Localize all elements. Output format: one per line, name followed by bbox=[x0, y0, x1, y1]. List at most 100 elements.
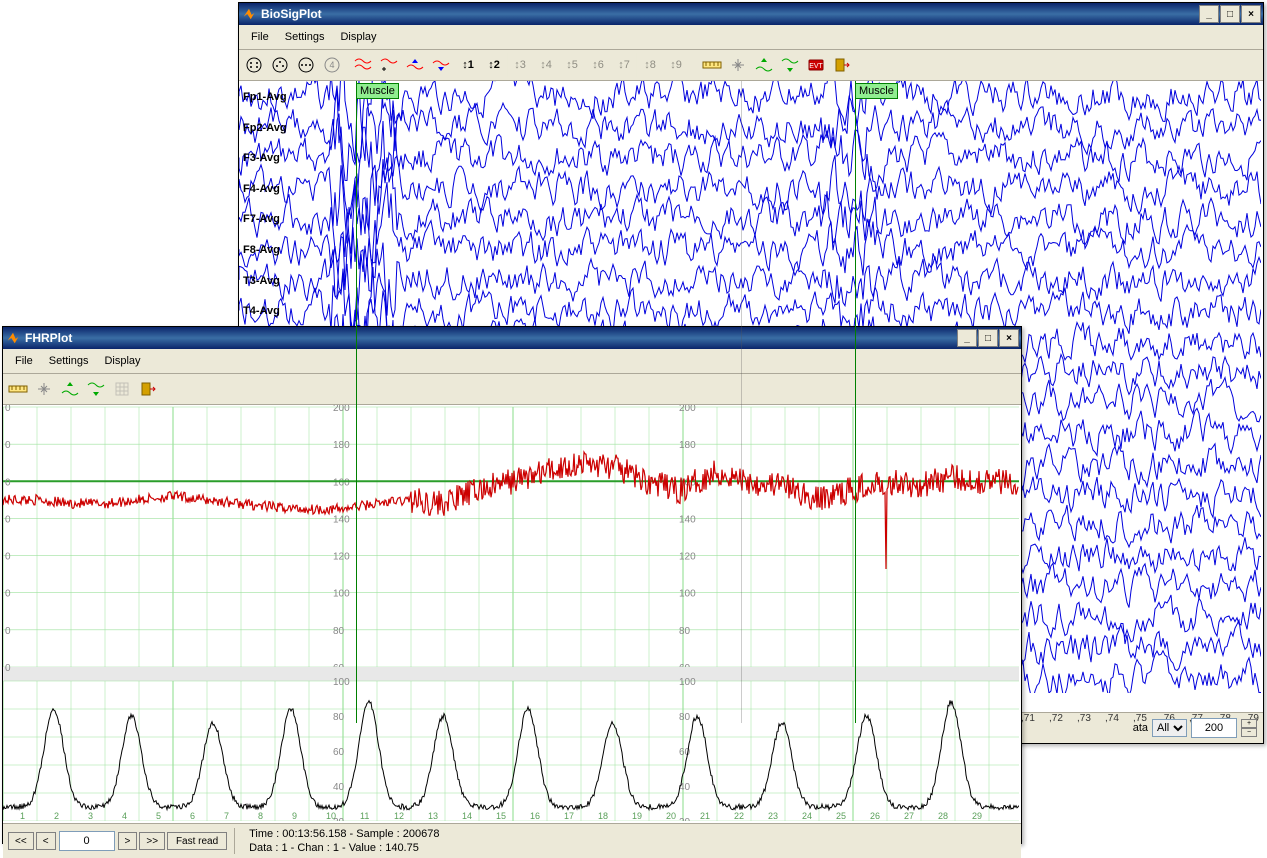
svg-text:4: 4 bbox=[329, 60, 334, 70]
nav-last-button[interactable]: >> bbox=[139, 832, 165, 850]
wave-up-icon[interactable] bbox=[403, 53, 429, 77]
wave-down-icon[interactable] bbox=[429, 53, 455, 77]
svg-text:0: 0 bbox=[5, 405, 11, 414]
biosig-titlebar[interactable]: BioSigPlot _ □ × bbox=[239, 3, 1263, 25]
channel-label: F4-Avg bbox=[243, 183, 280, 195]
svg-text:0: 0 bbox=[5, 552, 11, 563]
maximize-button[interactable]: □ bbox=[1220, 5, 1240, 23]
svg-text:100: 100 bbox=[333, 589, 350, 600]
svg-text:15: 15 bbox=[496, 811, 506, 821]
svg-text:0: 0 bbox=[5, 514, 11, 525]
svg-text:16: 16 bbox=[530, 811, 540, 821]
svg-text:25: 25 bbox=[836, 811, 846, 821]
exit-icon[interactable] bbox=[135, 377, 161, 401]
svg-text:180: 180 bbox=[333, 440, 350, 451]
nav-position-input[interactable] bbox=[59, 831, 115, 851]
svg-text:13: 13 bbox=[428, 811, 438, 821]
svg-text:200: 200 bbox=[333, 405, 350, 414]
montage2-icon[interactable] bbox=[267, 53, 293, 77]
fhr-plot-area[interactable]: 2001801601401201008060200180160140120100… bbox=[3, 405, 1021, 823]
close-button[interactable]: × bbox=[1241, 5, 1261, 23]
montage3-icon[interactable] bbox=[293, 53, 319, 77]
svg-text:4: 4 bbox=[122, 811, 127, 821]
fhr-toolbar bbox=[3, 374, 1021, 405]
close-button[interactable]: × bbox=[999, 329, 1019, 347]
svg-text:140: 140 bbox=[333, 514, 350, 525]
menu-file[interactable]: File bbox=[7, 353, 41, 369]
gain-up-icon[interactable] bbox=[751, 53, 777, 77]
event-line-2 bbox=[855, 81, 856, 723]
channel-select[interactable]: All bbox=[1152, 719, 1187, 737]
measure-icon[interactable] bbox=[699, 53, 725, 77]
svg-text:2: 2 bbox=[54, 811, 59, 821]
svg-text:0: 0 bbox=[5, 626, 11, 637]
svg-text:60: 60 bbox=[679, 747, 691, 758]
svg-text:EVT: EVT bbox=[809, 63, 823, 70]
pan-icon[interactable] bbox=[725, 53, 751, 77]
svg-text:80: 80 bbox=[333, 712, 345, 723]
montage1-icon[interactable] bbox=[241, 53, 267, 77]
event-muscle-1[interactable]: Muscle bbox=[356, 83, 399, 99]
svg-text:21: 21 bbox=[700, 811, 710, 821]
wave-red-icon[interactable] bbox=[351, 53, 377, 77]
spin-down[interactable]: − bbox=[1241, 728, 1257, 737]
fast-read-button[interactable]: Fast read bbox=[167, 832, 227, 850]
fhrplot-window: FHRPlot _ □ × File Settings Display 2001… bbox=[2, 326, 1022, 844]
minimize-button[interactable]: _ bbox=[1199, 5, 1219, 23]
ata-label: ata bbox=[1133, 722, 1148, 734]
gain-down-icon[interactable] bbox=[83, 377, 109, 401]
montage4-icon[interactable]: 4 bbox=[319, 53, 345, 77]
status-line1: Time : 00:13:56.158 - Sample : 200678 bbox=[249, 827, 439, 841]
status-text: Time : 00:13:56.158 - Sample : 200678 Da… bbox=[249, 827, 439, 855]
fhr-statusbar: << < > >> Fast read Time : 00:13:56.158 … bbox=[3, 823, 1021, 858]
spin-up[interactable]: + bbox=[1241, 719, 1257, 728]
channel-label: Fp2-Avg bbox=[243, 122, 287, 134]
svg-text:1: 1 bbox=[20, 811, 25, 821]
fhr-waveforms: 2001801601401201008060200180160140120100… bbox=[3, 405, 1019, 821]
gain-up-icon[interactable] bbox=[57, 377, 83, 401]
minimize-button[interactable]: _ bbox=[957, 329, 977, 347]
status-line2: Data : 1 - Chan : 1 - Value : 140.75 bbox=[249, 841, 439, 855]
svg-text:60: 60 bbox=[333, 747, 345, 758]
svg-text:24: 24 bbox=[802, 811, 812, 821]
svg-text:22: 22 bbox=[734, 811, 744, 821]
svg-text:17: 17 bbox=[564, 811, 574, 821]
event-muscle-2[interactable]: Muscle bbox=[855, 83, 898, 99]
scale-spinner[interactable]: +− bbox=[1241, 719, 1257, 737]
menu-settings[interactable]: Settings bbox=[277, 29, 333, 45]
wave-arrows-icon[interactable] bbox=[377, 53, 403, 77]
maximize-button[interactable]: □ bbox=[978, 329, 998, 347]
record-icon[interactable]: EVT bbox=[803, 53, 829, 77]
nav-next-button[interactable]: > bbox=[118, 832, 138, 850]
menu-display[interactable]: Display bbox=[96, 353, 148, 369]
pan-icon[interactable] bbox=[31, 377, 57, 401]
scale2-icon[interactable]: ↕2 bbox=[481, 53, 507, 77]
fhr-titlebar[interactable]: FHRPlot _ □ × bbox=[3, 327, 1021, 349]
event-line-3 bbox=[741, 81, 742, 723]
gain-down-icon[interactable] bbox=[777, 53, 803, 77]
scale1-icon[interactable]: ↕1 bbox=[455, 53, 481, 77]
svg-text:27: 27 bbox=[904, 811, 914, 821]
menu-settings[interactable]: Settings bbox=[41, 353, 97, 369]
scale6-icon: ↕6 bbox=[585, 53, 611, 77]
nav-first-button[interactable]: << bbox=[8, 832, 34, 850]
svg-text:19: 19 bbox=[632, 811, 642, 821]
svg-text:0: 0 bbox=[5, 663, 11, 674]
svg-text:28: 28 bbox=[938, 811, 948, 821]
nav-prev-button[interactable]: < bbox=[36, 832, 56, 850]
svg-text:9: 9 bbox=[292, 811, 297, 821]
svg-text:20: 20 bbox=[666, 811, 676, 821]
biosig-menubar: File Settings Display bbox=[239, 25, 1263, 50]
menu-file[interactable]: File bbox=[243, 29, 277, 45]
measure-icon[interactable] bbox=[5, 377, 31, 401]
menu-display[interactable]: Display bbox=[332, 29, 384, 45]
svg-text:12: 12 bbox=[394, 811, 404, 821]
scale9-icon: ↕9 bbox=[663, 53, 689, 77]
svg-text:120: 120 bbox=[679, 552, 696, 563]
scale-input[interactable] bbox=[1191, 718, 1237, 738]
svg-text:80: 80 bbox=[679, 626, 691, 637]
svg-text:18: 18 bbox=[598, 811, 608, 821]
exit-icon[interactable] bbox=[829, 53, 855, 77]
scale4-icon: ↕4 bbox=[533, 53, 559, 77]
svg-text:11: 11 bbox=[360, 811, 369, 821]
